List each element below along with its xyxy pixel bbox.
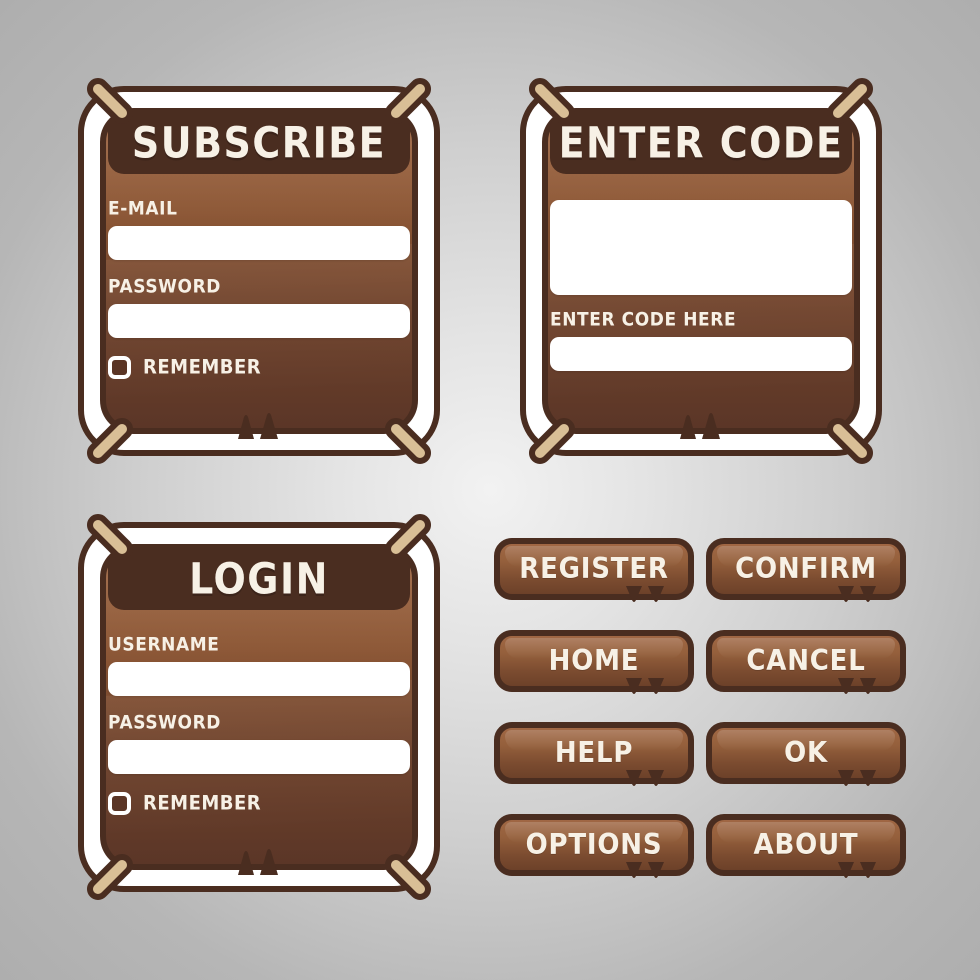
button-label: HELP [554,736,634,770]
field-label-email: E-MAIL [108,198,178,220]
button-label: CONFIRM [735,552,877,586]
email-input[interactable] [108,226,410,260]
remember-label: REMEMBER [143,356,262,379]
drip-notch-icon [618,862,672,878]
field-label-password: PASSWORD [108,276,221,298]
field-label-password: PASSWORD [108,712,221,734]
panel-content: SUBSCRIBE E-MAIL PASSWORD REMEMBER [78,86,440,456]
confirm-button[interactable]: CONFIRM [706,538,906,602]
button-label: OPTIONS [525,828,663,862]
drip-notch-icon [830,586,884,602]
register-button[interactable]: REGISTER [494,538,694,602]
ok-button[interactable]: OK [706,722,906,786]
remember-checkbox-row[interactable]: REMEMBER [108,356,410,379]
button-label: REGISTER [519,552,669,586]
button-label: HOME [548,644,640,678]
button-label: CANCEL [746,644,866,678]
panel-login: LOGIN USERNAME PASSWORD REMEMBER [78,509,440,905]
panel-title: LOGIN [189,554,329,604]
about-button[interactable]: ABOUT [706,814,906,878]
panel-title: ENTER CODE [558,118,844,168]
home-button[interactable]: HOME [494,630,694,694]
panel-content: ENTER CODE ENTER CODE HERE [520,86,882,456]
panel-title-bar: ENTER CODE [550,112,852,174]
drip-notch-icon [618,678,672,694]
options-button[interactable]: OPTIONS [494,814,694,878]
button-label: ABOUT [753,828,859,862]
drip-notch-icon [618,770,672,786]
password-input[interactable] [108,304,410,338]
panel-title: SUBSCRIBE [131,118,387,168]
cancel-button[interactable]: CANCEL [706,630,906,694]
panel-content: LOGIN USERNAME PASSWORD REMEMBER [78,522,440,892]
remember-label: REMEMBER [143,792,262,815]
password-input[interactable] [108,740,410,774]
code-entry-input[interactable] [550,337,852,371]
field-label-username: USERNAME [108,634,220,656]
drip-notch-icon [830,770,884,786]
checkbox-icon[interactable] [108,356,131,379]
panel-title-bar: SUBSCRIBE [108,112,410,174]
panel-subscribe: SUBSCRIBE E-MAIL PASSWORD REMEMBER [78,73,440,469]
panel-title-bar: LOGIN [108,548,410,610]
button-label: OK [784,736,828,770]
code-display-input[interactable] [550,200,852,295]
ui-kit-canvas: SUBSCRIBE E-MAIL PASSWORD REMEMBER ENTER… [0,0,980,980]
username-input[interactable] [108,662,410,696]
drip-notch-icon [830,678,884,694]
drip-notch-icon [618,586,672,602]
help-button[interactable]: HELP [494,722,694,786]
remember-checkbox-row[interactable]: REMEMBER [108,792,410,815]
checkbox-icon[interactable] [108,792,131,815]
panel-enter-code: ENTER CODE ENTER CODE HERE [520,73,882,469]
drip-notch-icon [830,862,884,878]
field-label-enter-code-here: ENTER CODE HERE [550,309,737,331]
